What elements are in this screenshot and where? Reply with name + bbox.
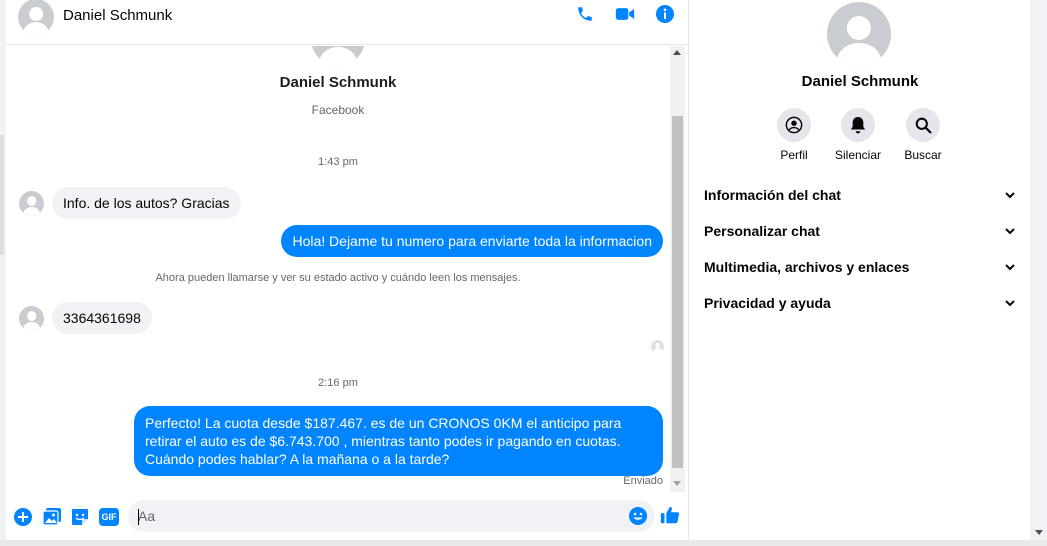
- chevron-down-icon: [1005, 300, 1015, 307]
- chevron-down-icon: [1005, 228, 1015, 235]
- search-button[interactable]: Buscar: [888, 108, 958, 162]
- system-notice: Ahora pueden llamarse y ver su estado ac…: [155, 272, 521, 284]
- messenger-window: Daniel Schmunk Daniel Schmunk Facebook 1…: [0, 0, 1047, 546]
- header-avatar[interactable]: [18, 0, 54, 35]
- left-edge-mark: [0, 135, 4, 255]
- bell-icon[interactable]: [841, 108, 875, 142]
- gif-label: GIF: [99, 508, 119, 526]
- timestamp: 2:16 pm: [318, 377, 358, 389]
- chat-header: Daniel Schmunk: [6, 0, 689, 45]
- intro-avatar-image: [311, 46, 365, 66]
- info-avatar[interactable]: [827, 2, 891, 66]
- text-caret: [138, 509, 139, 525]
- profile-button[interactable]: Perfil: [759, 108, 829, 162]
- intro-contact-source: Facebook: [311, 103, 365, 117]
- timestamp: 1:43 pm: [318, 156, 358, 168]
- section-chat-info[interactable]: Información del chat: [704, 181, 1016, 209]
- plus-icon[interactable]: [11, 505, 35, 529]
- info-contact-name: Daniel Schmunk: [801, 73, 919, 90]
- bottom-strip: [0, 540, 1047, 546]
- search-icon[interactable]: [906, 108, 940, 142]
- conversation-info-panel: Daniel Schmunk Perfil Silenciar Buscar I…: [690, 0, 1030, 540]
- message-input[interactable]: [138, 500, 608, 532]
- phone-icon[interactable]: [575, 4, 595, 24]
- scroll-down-arrow-icon[interactable]: [673, 481, 681, 486]
- info-icon[interactable]: [655, 4, 675, 24]
- search-label: Buscar: [904, 148, 942, 162]
- message-input-wrapper: [128, 500, 655, 532]
- section-label: Personalizar chat: [704, 223, 820, 239]
- message-bubble-outgoing[interactable]: Hola! Dejame tu numero para enviarte tod…: [281, 225, 663, 257]
- sticker-icon[interactable]: [68, 505, 92, 529]
- header-contact-name[interactable]: Daniel Schmunk: [63, 7, 172, 24]
- thumbs-up-icon[interactable]: [659, 504, 683, 528]
- message-row-incoming: Info. de los autos? Gracias: [19, 187, 241, 219]
- message-list: Daniel Schmunk Facebook 1:43 pm Info. de…: [6, 46, 689, 492]
- seen-indicator-icon: [651, 340, 664, 353]
- section-privacy-help[interactable]: Privacidad y ayuda: [704, 289, 1016, 317]
- message-bubble-incoming[interactable]: Info. de los autos? Gracias: [52, 187, 241, 219]
- header-actions: [575, 4, 675, 24]
- section-label: Información del chat: [704, 187, 841, 203]
- mute-button[interactable]: Silenciar: [823, 108, 893, 162]
- scroll-up-arrow-icon[interactable]: [673, 50, 681, 55]
- message-status: Enviado: [623, 475, 663, 487]
- intro-avatar: [311, 46, 365, 66]
- sender-avatar: [19, 190, 44, 216]
- page-scrollbar[interactable]: [1030, 0, 1047, 540]
- scrollbar-thumb[interactable]: [672, 116, 683, 468]
- image-icon[interactable]: [40, 505, 64, 529]
- chevron-down-icon: [1005, 264, 1015, 271]
- message-scrollbar[interactable]: [670, 46, 685, 492]
- profile-label: Perfil: [780, 148, 808, 162]
- message-row-incoming: 3364361698: [19, 302, 152, 334]
- intro-contact-name: Daniel Schmunk: [279, 74, 397, 91]
- chevron-down-icon: [1005, 192, 1015, 199]
- video-icon[interactable]: [615, 4, 635, 24]
- section-customize-chat[interactable]: Personalizar chat: [704, 217, 1016, 245]
- chat-column: Daniel Schmunk Daniel Schmunk Facebook 1…: [6, 0, 689, 546]
- section-label: Multimedia, archivos y enlaces: [704, 259, 910, 275]
- emoji-icon[interactable]: [628, 506, 648, 526]
- message-bubble-incoming[interactable]: 3364361698: [52, 302, 152, 334]
- profile-icon[interactable]: [777, 108, 811, 142]
- mute-label: Silenciar: [834, 148, 882, 162]
- section-label: Privacidad y ayuda: [704, 295, 831, 311]
- message-composer: GIF: [6, 496, 689, 538]
- section-media-files[interactable]: Multimedia, archivos y enlaces: [704, 253, 1016, 281]
- sender-avatar: [19, 305, 44, 331]
- message-bubble-outgoing[interactable]: Perfecto! La cuota desde $187.467. es de…: [134, 406, 663, 476]
- page-scroll-down-icon[interactable]: [1035, 530, 1043, 535]
- gif-icon[interactable]: GIF: [97, 505, 121, 529]
